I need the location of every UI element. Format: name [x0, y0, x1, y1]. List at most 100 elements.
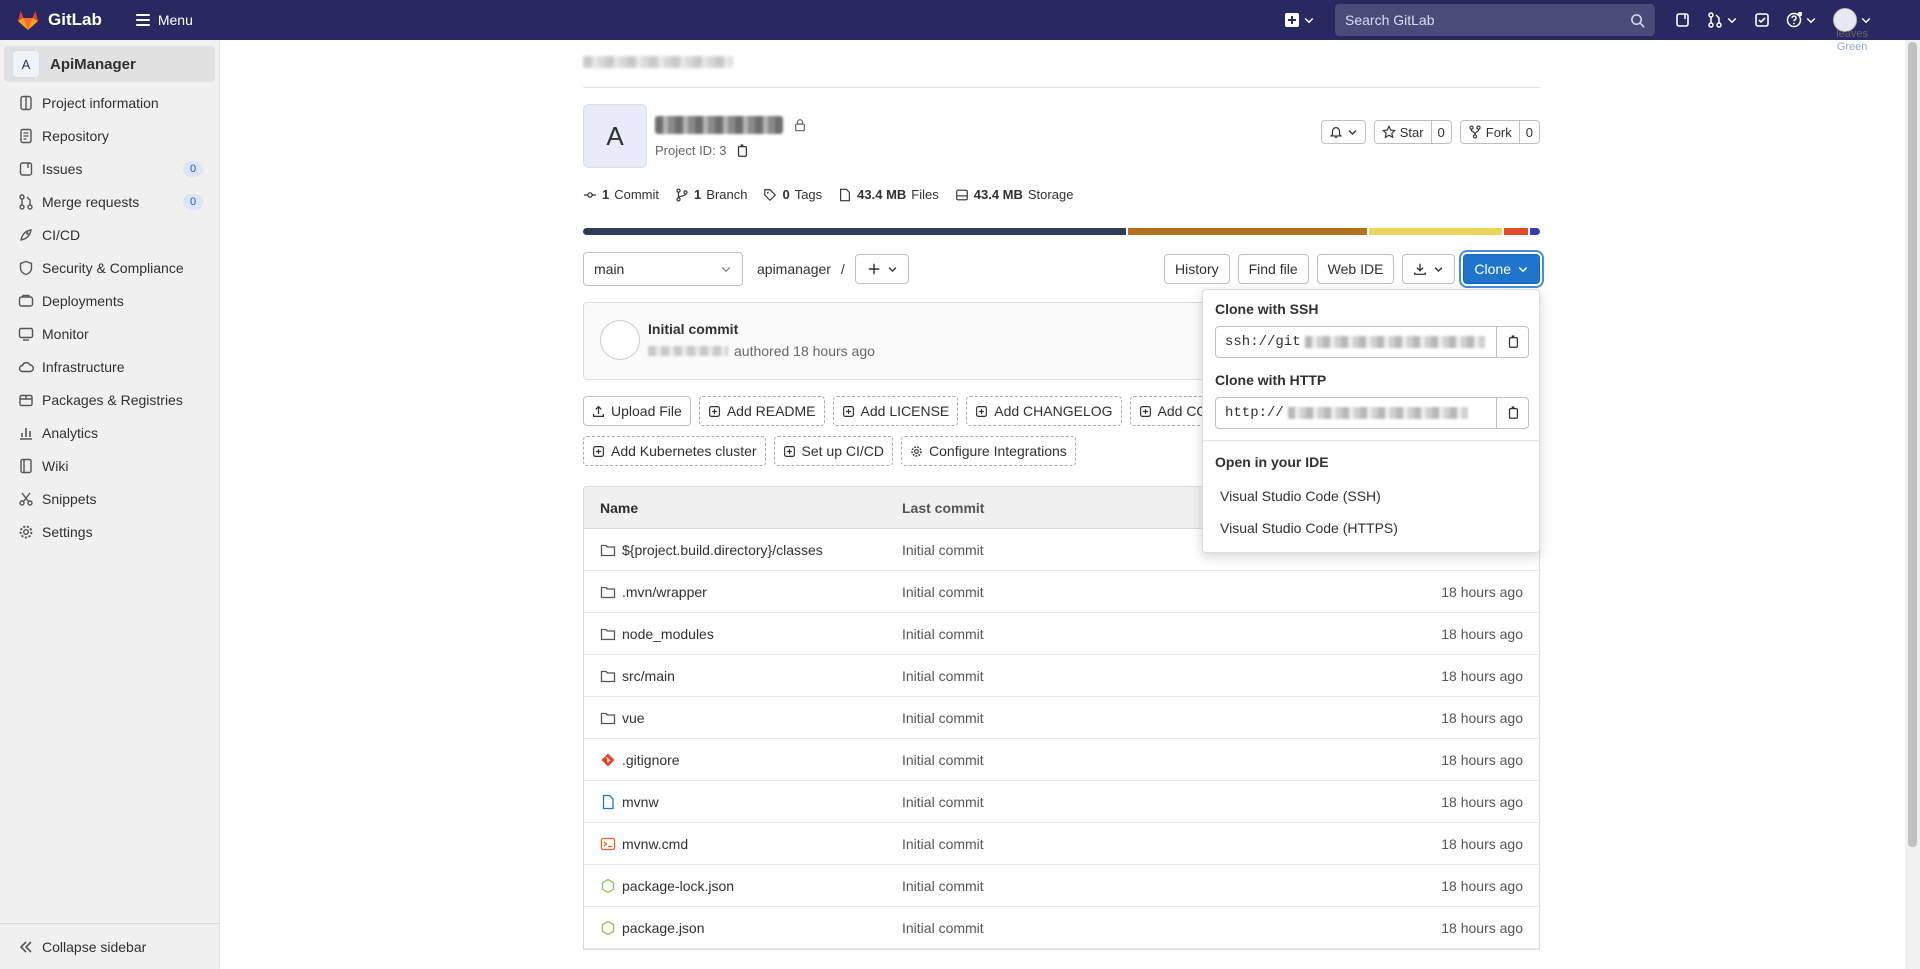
- clone-dropdown-button[interactable]: Clone: [1463, 254, 1540, 284]
- sidebar-item-issues[interactable]: Issues 0: [0, 152, 219, 185]
- commit-author-name[interactable]: [648, 346, 728, 356]
- open-vscode-ssh-item[interactable]: Visual Studio Code (SSH): [1220, 488, 1381, 504]
- fork-button[interactable]: Fork 0: [1459, 120, 1540, 144]
- sidebar-item-deployments[interactable]: Deployments: [0, 284, 219, 317]
- path-root[interactable]: apimanager: [757, 261, 831, 277]
- language-segment[interactable]: [1127, 228, 1367, 235]
- file-name-link[interactable]: ${project.build.directory}/classes: [622, 542, 823, 558]
- language-segment[interactable]: [1529, 228, 1540, 235]
- commit-author-avatar[interactable]: [600, 320, 640, 360]
- configure-integrations-button[interactable]: Configure Integrations: [901, 436, 1076, 466]
- table-row[interactable]: package.json Initial commit 18 hours ago: [584, 907, 1539, 949]
- sidebar-item-infrastructure[interactable]: Infrastructure: [0, 350, 219, 383]
- last-commit-link[interactable]: Initial commit: [902, 920, 1339, 936]
- table-row[interactable]: node_modules Initial commit 18 hours ago: [584, 613, 1539, 655]
- file-name-link[interactable]: package.json: [622, 920, 705, 936]
- file-name-cell[interactable]: package-lock.json: [584, 878, 902, 894]
- file-name-link[interactable]: .mvn/wrapper: [622, 584, 707, 600]
- sidebar-item-ci-cd[interactable]: CI/CD: [0, 218, 219, 251]
- star-count[interactable]: 0: [1430, 121, 1451, 143]
- ssh-url-input[interactable]: ssh://git: [1215, 326, 1497, 358]
- file-name-cell[interactable]: node_modules: [584, 626, 902, 642]
- file-name-link[interactable]: mvnw: [622, 794, 659, 810]
- table-row[interactable]: .gitignore Initial commit 18 hours ago: [584, 739, 1539, 781]
- language-segment[interactable]: [583, 228, 1126, 235]
- notifications-dropdown[interactable]: [1320, 120, 1366, 144]
- star-button[interactable]: Star 0: [1373, 120, 1452, 144]
- file-name-link[interactable]: src/main: [622, 668, 675, 684]
- branches-stat[interactable]: 1 Branch: [675, 187, 747, 202]
- last-commit-link[interactable]: Initial commit: [902, 626, 1339, 642]
- file-name-link[interactable]: node_modules: [622, 626, 714, 642]
- table-row[interactable]: vue Initial commit 18 hours ago: [584, 697, 1539, 739]
- branch-select[interactable]: main: [583, 252, 743, 286]
- table-row[interactable]: .mvn/wrapper Initial commit 18 hours ago: [584, 571, 1539, 613]
- file-name-cell[interactable]: vue: [584, 710, 902, 726]
- file-name-cell[interactable]: src/main: [584, 668, 902, 684]
- language-segment[interactable]: [1368, 228, 1502, 235]
- sidebar-item-project-information[interactable]: Project information: [0, 86, 219, 119]
- find-file-button[interactable]: Find file: [1237, 254, 1309, 284]
- page-scrollbar[interactable]: [1905, 40, 1920, 969]
- download-dropdown[interactable]: [1402, 254, 1456, 284]
- file-name-cell[interactable]: mvnw.cmd: [584, 836, 902, 852]
- breadcrumb[interactable]: [583, 56, 733, 68]
- last-commit-link[interactable]: Initial commit: [902, 752, 1339, 768]
- commit-title-link[interactable]: Initial commit: [648, 321, 738, 337]
- gitlab-home-link[interactable]: GitLab: [16, 8, 102, 32]
- last-commit-link[interactable]: Initial commit: [902, 668, 1339, 684]
- menu-button[interactable]: Menu: [128, 6, 201, 34]
- language-segment[interactable]: [1503, 228, 1528, 235]
- setup-ci-cd-button[interactable]: Set up CI/CD: [773, 436, 894, 466]
- sidebar-item-snippets[interactable]: Snippets: [0, 482, 219, 515]
- file-name-cell[interactable]: mvnw: [584, 794, 902, 810]
- sidebar-item-packages-registries[interactable]: Packages & Registries: [0, 383, 219, 416]
- sidebar-item-security-compliance[interactable]: Security & Compliance: [0, 251, 219, 284]
- sidebar-project-header[interactable]: A ApiManager: [4, 46, 215, 82]
- sidebar-item-repository[interactable]: Repository: [0, 119, 219, 152]
- last-commit-link[interactable]: Initial commit: [902, 794, 1339, 810]
- copy-ssh-url-button[interactable]: [1497, 326, 1529, 358]
- search-input[interactable]: [1345, 12, 1630, 28]
- commits-stat[interactable]: 1 Commit: [583, 187, 659, 202]
- sidebar-item-wiki[interactable]: Wiki: [0, 449, 219, 482]
- table-row[interactable]: mvnw.cmd Initial commit 18 hours ago: [584, 823, 1539, 865]
- last-commit-link[interactable]: Initial commit: [902, 878, 1339, 894]
- last-commit-link[interactable]: Initial commit: [902, 584, 1339, 600]
- new-item-dropdown[interactable]: [1276, 0, 1323, 40]
- search-box[interactable]: [1335, 4, 1655, 36]
- table-row[interactable]: src/main Initial commit 18 hours ago: [584, 655, 1539, 697]
- todos-nav-button[interactable]: [1746, 0, 1778, 40]
- sidebar-item-settings[interactable]: Settings: [0, 515, 219, 548]
- repository-language-bar[interactable]: [583, 228, 1540, 235]
- add-kubernetes-cluster-button[interactable]: Add Kubernetes cluster: [583, 436, 766, 466]
- file-name-cell[interactable]: ${project.build.directory}/classes: [584, 542, 902, 558]
- open-vscode-https-item[interactable]: Visual Studio Code (HTTPS): [1220, 520, 1398, 536]
- files-stat[interactable]: 43.4 MB Files: [838, 187, 939, 202]
- web-ide-button[interactable]: Web IDE: [1316, 254, 1395, 284]
- fork-count[interactable]: 0: [1518, 121, 1539, 143]
- add-readme-button[interactable]: Add README: [698, 396, 825, 426]
- tags-stat[interactable]: 0 Tags: [763, 187, 822, 202]
- repository-path[interactable]: apimanager /: [757, 261, 845, 277]
- table-row[interactable]: package-lock.json Initial commit 18 hours …: [584, 865, 1539, 907]
- history-button[interactable]: History: [1164, 254, 1230, 284]
- sidebar-item-monitor[interactable]: Monitor: [0, 317, 219, 350]
- upload-file-button[interactable]: Upload File: [583, 396, 691, 426]
- file-name-link[interactable]: .gitignore: [622, 752, 680, 768]
- copy-http-url-button[interactable]: [1497, 397, 1529, 429]
- help-dropdown[interactable]: [1778, 0, 1825, 40]
- sidebar-item-analytics[interactable]: Analytics: [0, 416, 219, 449]
- file-name-link[interactable]: mvnw.cmd: [622, 836, 688, 852]
- issues-nav-button[interactable]: [1667, 0, 1699, 40]
- file-name-cell[interactable]: .mvn/wrapper: [584, 584, 902, 600]
- last-commit-link[interactable]: Initial commit: [902, 836, 1339, 852]
- collapse-sidebar-button[interactable]: Collapse sidebar: [0, 923, 219, 969]
- add-license-button[interactable]: Add LICENSE: [832, 396, 959, 426]
- http-url-input[interactable]: http://: [1215, 397, 1497, 429]
- table-row[interactable]: mvnw Initial commit 18 hours ago: [584, 781, 1539, 823]
- file-name-link[interactable]: vue: [622, 710, 645, 726]
- copy-icon[interactable]: [735, 143, 749, 158]
- storage-stat[interactable]: 43.4 MB Storage: [955, 187, 1073, 202]
- scrollbar-thumb[interactable]: [1908, 42, 1917, 847]
